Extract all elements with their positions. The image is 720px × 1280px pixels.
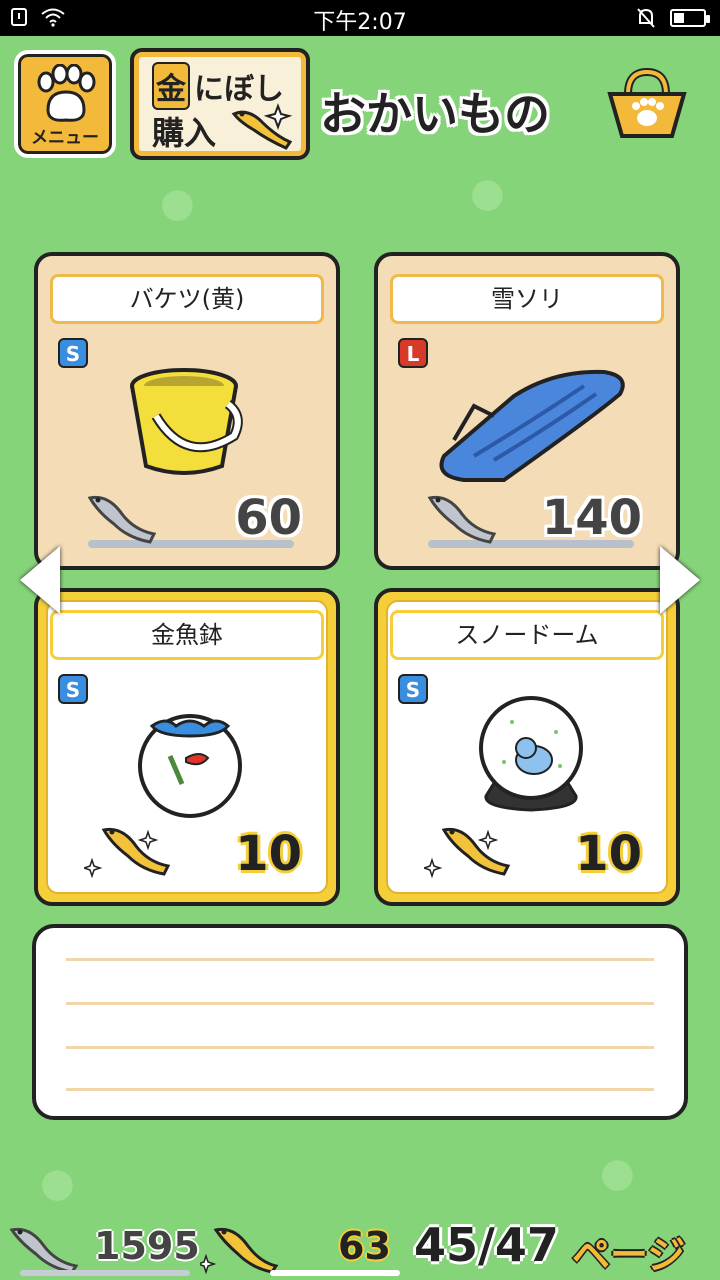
battery-icon [670, 9, 710, 27]
yellow-bucket-icon [130, 368, 243, 475]
background-paw-icon: ● [600, 1150, 635, 1196]
previous-page-arrow-icon[interactable] [20, 546, 60, 614]
gold-count-underline [270, 1270, 400, 1276]
size-badge: S [398, 674, 428, 704]
menu-button[interactable]: メニュー [14, 50, 116, 158]
silver-fish-icon [87, 495, 157, 544]
size-badge: L [398, 338, 428, 368]
status-time: 下午2:07 [313, 10, 407, 35]
paw-icon [37, 64, 96, 122]
footer-bar: 1595 63 45/47 ページ [0, 1210, 720, 1280]
next-page-arrow-icon[interactable] [660, 546, 700, 614]
item-card-goldfish-bowl[interactable]: 金魚鉢 S 10 [34, 588, 340, 906]
goldfish-bowl-icon [138, 714, 242, 818]
silver-fish-icon [427, 495, 497, 544]
item-name: スノードーム [390, 610, 664, 660]
item-card-bucket[interactable]: バケツ(黄) S 60 [34, 252, 340, 570]
gold-fish-icon [231, 103, 293, 150]
background-paw-icon: ● [40, 1160, 75, 1206]
gold-fish-icon [84, 827, 171, 879]
item-name: 雪ソリ [390, 274, 664, 324]
item-description-box [32, 924, 688, 1120]
gold-fish-icon [200, 1227, 279, 1275]
item-price: 60 [235, 490, 302, 546]
item-price: 10 [235, 826, 302, 882]
item-name: バケツ(黄) [50, 274, 324, 324]
shopping-basket-icon [607, 67, 687, 138]
gold-button-line2: 購入 [152, 114, 217, 152]
status-icons-right [636, 7, 710, 29]
silver-fish-icon [9, 1227, 79, 1274]
silver-count-underline [20, 1270, 190, 1276]
page-indicator: 45/47 [414, 1218, 559, 1272]
size-badge: S [58, 338, 88, 368]
description-rule [66, 958, 654, 961]
item-price: 140 [541, 490, 642, 546]
menu-label: メニュー [31, 128, 99, 148]
mute-bell-icon [637, 8, 655, 28]
gold-fish-icon [424, 827, 511, 879]
page-label: ページ [572, 1233, 686, 1277]
background-paw-icon: ● [160, 180, 195, 226]
snow-sled-icon [439, 369, 625, 482]
item-card-snow-globe[interactable]: スノードーム S 10 [374, 588, 680, 906]
description-rule [66, 1046, 654, 1049]
snow-globe-icon [479, 696, 583, 812]
description-rule [66, 1088, 654, 1091]
silver-niboshi-count: 1595 [94, 1224, 200, 1268]
page-title: おかいもの [320, 87, 550, 141]
background-paw-icon: ● [470, 170, 505, 216]
gold-niboshi-count: 63 [338, 1224, 391, 1268]
buy-gold-niboshi-button[interactable]: 金にぼし 購入 [130, 48, 310, 160]
item-price: 10 [575, 826, 642, 882]
item-card-snow-sled[interactable]: 雪ソリ L 140 [374, 252, 680, 570]
item-name: 金魚鉢 [50, 610, 324, 660]
description-rule [66, 1002, 654, 1005]
status-bar: 下午2:07 [0, 0, 720, 36]
size-badge: S [58, 674, 88, 704]
